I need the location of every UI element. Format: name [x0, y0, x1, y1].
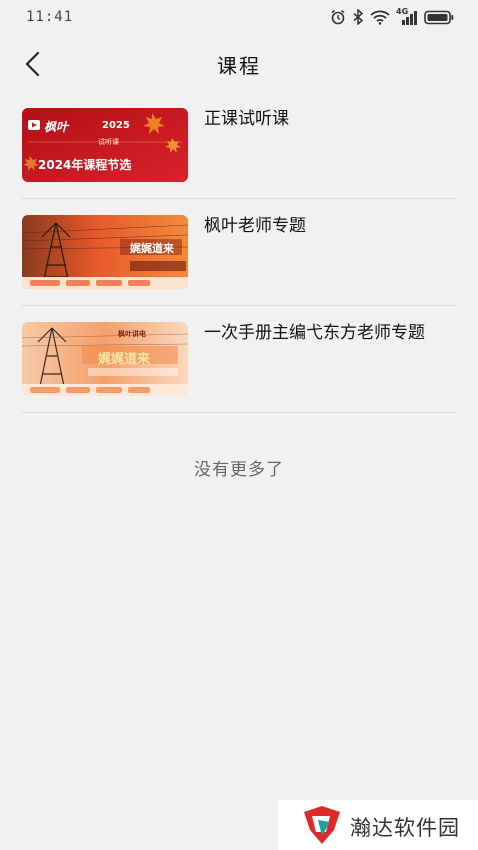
course-title: 正课试听课 — [204, 109, 289, 129]
4g-signal-icon: 4G — [396, 7, 418, 25]
battery-icon — [424, 10, 454, 25]
watermark-text: 瀚达软件园 — [350, 816, 460, 840]
thumbnail-headline: 娓娓道来 — [98, 352, 151, 367]
course-thumbnail: 枫叶 2025 试听课 2024年课程节选 — [22, 108, 188, 182]
thumbnail-year: 2025 — [102, 120, 130, 131]
wifi-icon — [370, 10, 390, 25]
thumbnail-subtitle: 枫叶讲电 — [118, 330, 146, 338]
course-title: 枫叶老师专题 — [204, 216, 306, 236]
thumbnail-brand: 枫叶 — [44, 120, 69, 134]
status-bar: 11:41 4G — [0, 0, 478, 36]
course-title: 一次手册主编弋东方老师专题 — [204, 323, 425, 343]
thumbnail-headline: 2024年课程节选 — [38, 158, 132, 172]
course-thumbnail: 枫叶讲电 娓娓道来 — [22, 322, 188, 396]
bluetooth-icon — [352, 9, 364, 25]
nav-bar: 课程 — [0, 40, 478, 88]
course-thumbnail: 娓娓道来 — [22, 215, 188, 289]
course-item[interactable]: 枫叶 2025 试听课 2024年课程节选 正课试听课 — [22, 92, 456, 199]
status-icons: 4G — [330, 7, 454, 25]
alarm-icon — [330, 9, 346, 25]
watermark-logo-icon — [304, 806, 340, 844]
thumbnail-tag: 试听课 — [98, 138, 119, 146]
page-title: 课程 — [217, 54, 261, 78]
no-more-text: 没有更多了 — [194, 460, 284, 480]
watermark: 瀚达软件园 — [278, 800, 478, 850]
course-item[interactable]: 枫叶讲电 娓娓道来 一次手册主编弋东方老师专题 — [22, 306, 456, 413]
course-item[interactable]: 娓娓道来 枫叶老师专题 — [22, 199, 456, 306]
course-list: 枫叶 2025 试听课 2024年课程节选 正课试听课 娓娓道来 枫叶老师专题 … — [22, 92, 456, 413]
thumbnail-headline: 娓娓道来 — [130, 242, 174, 255]
status-time: 11:41 — [26, 9, 74, 25]
